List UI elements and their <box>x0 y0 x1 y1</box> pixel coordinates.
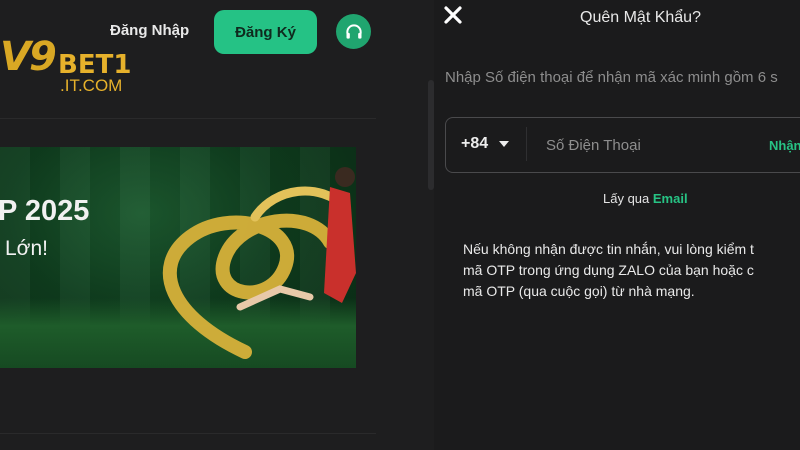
phone-number-input[interactable] <box>544 132 758 158</box>
alternate-method-label: Lấy qua <box>603 191 650 206</box>
alternate-method: Lấy qua Email <box>603 191 688 206</box>
country-code-select[interactable]: +84 <box>461 135 488 153</box>
headset-icon <box>345 23 362 39</box>
login-link[interactable]: Đăng Nhập <box>110 22 189 39</box>
trophy-ribbon-graphic <box>162 167 356 359</box>
site-logo[interactable]: V9 BET1 .IT.COM <box>0 30 160 100</box>
banner-title: P 2025 <box>0 195 90 227</box>
instruction-text: Nhập Số điện thoại để nhận mã xác minh g… <box>445 69 778 86</box>
promo-banner[interactable]: P 2025 Lớn! <box>0 147 356 368</box>
otp-help-note: Nếu không nhận được tin nhắn, vui lòng k… <box>463 239 800 302</box>
note-line: mã OTP (qua cuộc gọi) từ nhà mạng. <box>463 283 695 299</box>
note-line: Nếu không nhận được tin nhắn, vui lòng k… <box>463 241 754 257</box>
logo-mark: V9 <box>0 34 57 80</box>
email-link[interactable]: Email <box>653 191 688 206</box>
chevron-down-icon[interactable] <box>498 140 510 148</box>
modal-title: Quên Mật Khẩu? <box>580 9 701 26</box>
get-code-button[interactable]: Nhận <box>769 138 800 153</box>
logo-domain: .IT.COM <box>60 76 123 95</box>
support-button[interactable] <box>336 14 371 49</box>
close-icon[interactable] <box>442 4 464 26</box>
forgot-password-panel <box>434 0 800 450</box>
register-button[interactable]: Đăng Ký <box>214 10 317 54</box>
note-line: mã OTP trong ứng dụng ZALO của bạn hoặc … <box>463 262 754 278</box>
banner-subtitle: Lớn! <box>5 237 48 260</box>
header-divider <box>0 118 376 119</box>
content-divider <box>0 433 376 434</box>
field-separator <box>526 127 527 161</box>
